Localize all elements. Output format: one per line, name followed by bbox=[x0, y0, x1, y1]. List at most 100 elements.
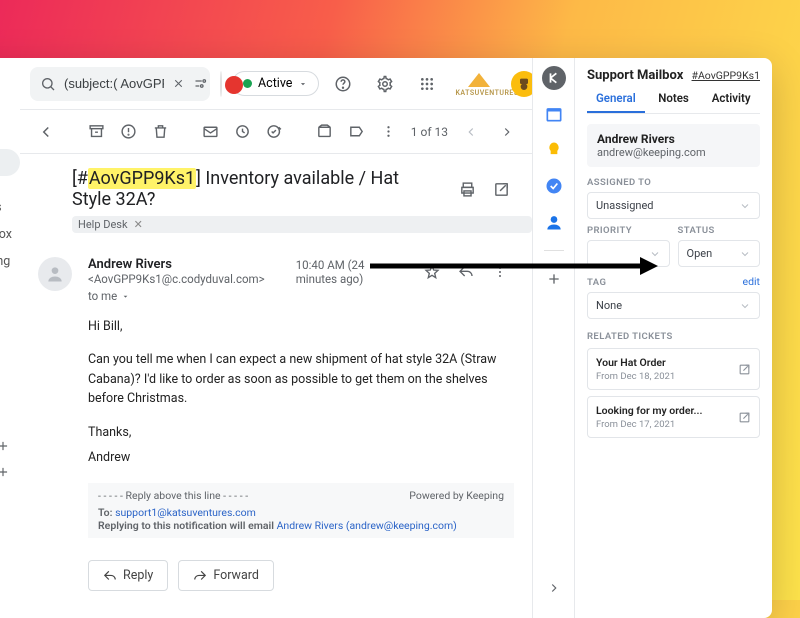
to-email-link[interactable]: support1@katsuventures.com bbox=[115, 506, 256, 519]
tab-general[interactable]: General bbox=[587, 91, 645, 113]
powered-by: Powered by Keeping bbox=[409, 489, 504, 502]
caret-down-icon bbox=[121, 292, 130, 301]
app-rail bbox=[532, 58, 574, 618]
sender-avatar bbox=[38, 257, 72, 291]
priority-label: PRIORITY bbox=[587, 225, 670, 236]
msg-signature: Andrew bbox=[88, 448, 514, 467]
label-chip[interactable]: Help Desk ✕ bbox=[72, 216, 532, 233]
msg-signoff: Thanks, bbox=[88, 423, 514, 442]
status-filter[interactable]: Active bbox=[232, 71, 319, 96]
sidebar-item-mailbox[interactable]: Mailbox bbox=[0, 221, 20, 248]
open-external-icon bbox=[738, 411, 751, 424]
back-button[interactable] bbox=[32, 118, 60, 146]
assigned-selector[interactable]: Unassigned bbox=[587, 192, 760, 219]
add-button-2[interactable] bbox=[0, 461, 20, 487]
brand-text: ail bbox=[0, 68, 20, 109]
main-column: Active KATSUVENTURES bbox=[20, 58, 532, 618]
org-logo[interactable]: KATSUVENTURES bbox=[455, 71, 532, 97]
add-task-button[interactable] bbox=[260, 118, 288, 146]
help-icon[interactable] bbox=[329, 70, 357, 98]
reply-button[interactable]: Reply bbox=[88, 560, 168, 591]
message-header: Andrew Rivers <AovGPP9Ks1@c.codyduval.co… bbox=[88, 257, 514, 287]
tab-notes[interactable]: Notes bbox=[645, 91, 703, 113]
notification-badge[interactable] bbox=[220, 71, 222, 97]
more-button[interactable] bbox=[374, 118, 402, 146]
nav-sidebar: ail ed l Alias Mailbox Staging bbox=[0, 58, 20, 618]
archive-button[interactable] bbox=[82, 118, 110, 146]
assigned-label: ASSIGNED TO bbox=[587, 177, 760, 188]
contact-email: andrew@keeping.com bbox=[597, 146, 750, 159]
forward-button[interactable]: Forward bbox=[178, 560, 274, 591]
panel-ticket-link[interactable]: #AovGPP9Ks1 bbox=[692, 69, 760, 82]
plus-icon bbox=[0, 465, 10, 479]
topbar: Active KATSUVENTURES bbox=[20, 58, 532, 110]
avatar[interactable] bbox=[511, 71, 532, 97]
labels-button[interactable] bbox=[342, 118, 370, 146]
search-input[interactable] bbox=[64, 76, 164, 91]
apps-grid-icon[interactable] bbox=[413, 70, 441, 98]
sidebar-item-ed[interactable]: ed bbox=[0, 149, 20, 176]
reply-footer: - - - - - Reply above this line - - - - … bbox=[88, 483, 514, 538]
status-label: STATUS bbox=[678, 225, 761, 236]
recipient-line[interactable]: to me bbox=[88, 289, 514, 303]
tag-edit-link[interactable]: edit bbox=[743, 275, 760, 288]
support-panel: Support Mailbox #AovGPP9Ks1 General Note… bbox=[574, 58, 772, 618]
forward-arrow-icon bbox=[193, 569, 207, 583]
search-icon bbox=[40, 76, 56, 92]
rail-app-calendar[interactable] bbox=[542, 102, 566, 126]
message-block: Andrew Rivers <AovGPP9Ks1@c.codyduval.co… bbox=[20, 233, 532, 591]
spam-button[interactable] bbox=[114, 118, 142, 146]
tab-activity[interactable]: Activity bbox=[702, 91, 760, 113]
close-icon[interactable]: ✕ bbox=[134, 218, 143, 231]
tune-icon[interactable] bbox=[193, 76, 208, 91]
priority-selector[interactable] bbox=[587, 240, 670, 267]
mark-unread-button[interactable] bbox=[196, 118, 224, 146]
open-new-button[interactable] bbox=[490, 175, 515, 203]
rail-app-keep[interactable] bbox=[542, 138, 566, 162]
msg-body-text: Can you tell me when I can expect a new … bbox=[88, 350, 514, 408]
related-ticket[interactable]: Your Hat Order From Dec 18, 2021 bbox=[587, 348, 760, 390]
panel-title: Support Mailbox bbox=[587, 68, 683, 83]
tag-selector[interactable]: None bbox=[587, 292, 760, 319]
msg-more-button[interactable] bbox=[486, 258, 514, 286]
chevron-down-icon bbox=[739, 300, 751, 312]
app-window: ail ed l Alias Mailbox Staging Act bbox=[0, 58, 772, 618]
rail-app-keeping[interactable] bbox=[542, 66, 566, 90]
contact-name: Andrew Rivers bbox=[597, 132, 750, 146]
rail-app-contacts[interactable] bbox=[542, 210, 566, 234]
tag-label: TAG bbox=[587, 277, 606, 288]
pager-prev[interactable] bbox=[458, 119, 484, 145]
rail-app-tasks[interactable] bbox=[542, 174, 566, 198]
pager-next[interactable] bbox=[494, 119, 520, 145]
move-button[interactable] bbox=[310, 118, 338, 146]
settings-icon[interactable] bbox=[371, 70, 399, 98]
subject-row: [#AovGPP9Ks1] Inventory available / Hat … bbox=[20, 154, 532, 210]
rail-collapse-button[interactable] bbox=[540, 574, 568, 602]
status-selector[interactable]: Open bbox=[678, 240, 761, 267]
chevron-down-icon bbox=[739, 248, 751, 260]
add-button-1[interactable] bbox=[0, 435, 20, 461]
contact-card: Andrew Rivers andrew@keeping.com bbox=[587, 124, 760, 167]
related-ticket[interactable]: Looking for my order... From Dec 17, 202… bbox=[587, 396, 760, 438]
search-box[interactable] bbox=[30, 67, 210, 101]
chevron-down-icon bbox=[739, 200, 751, 212]
sidebar-item-staging[interactable]: Staging bbox=[0, 248, 20, 275]
print-button[interactable] bbox=[455, 175, 480, 203]
pager-label: 1 of 13 bbox=[411, 125, 448, 139]
message-time: 10:40 AM (24 minutes ago) bbox=[296, 258, 400, 286]
sidebar-item-alias[interactable]: l Alias bbox=[0, 194, 20, 221]
reply-target-link[interactable]: Andrew Rivers (andrew@keeping.com) bbox=[277, 519, 457, 532]
star-button[interactable] bbox=[418, 258, 446, 286]
status-label: Active bbox=[258, 76, 292, 91]
reply-arrow-icon bbox=[103, 569, 117, 583]
chevron-down-icon bbox=[649, 248, 661, 260]
rail-add-button[interactable] bbox=[542, 267, 566, 291]
clear-search-icon[interactable] bbox=[172, 77, 185, 90]
panel-tabs: General Notes Activity bbox=[587, 91, 760, 114]
snooze-button[interactable] bbox=[228, 118, 256, 146]
reply-icon-button[interactable] bbox=[452, 258, 480, 286]
plus-icon bbox=[0, 439, 10, 453]
subject-text: [#AovGPP9Ks1] Inventory available / Hat … bbox=[72, 168, 435, 210]
delete-button[interactable] bbox=[146, 118, 174, 146]
message-toolbar: 1 of 13 bbox=[20, 110, 532, 154]
